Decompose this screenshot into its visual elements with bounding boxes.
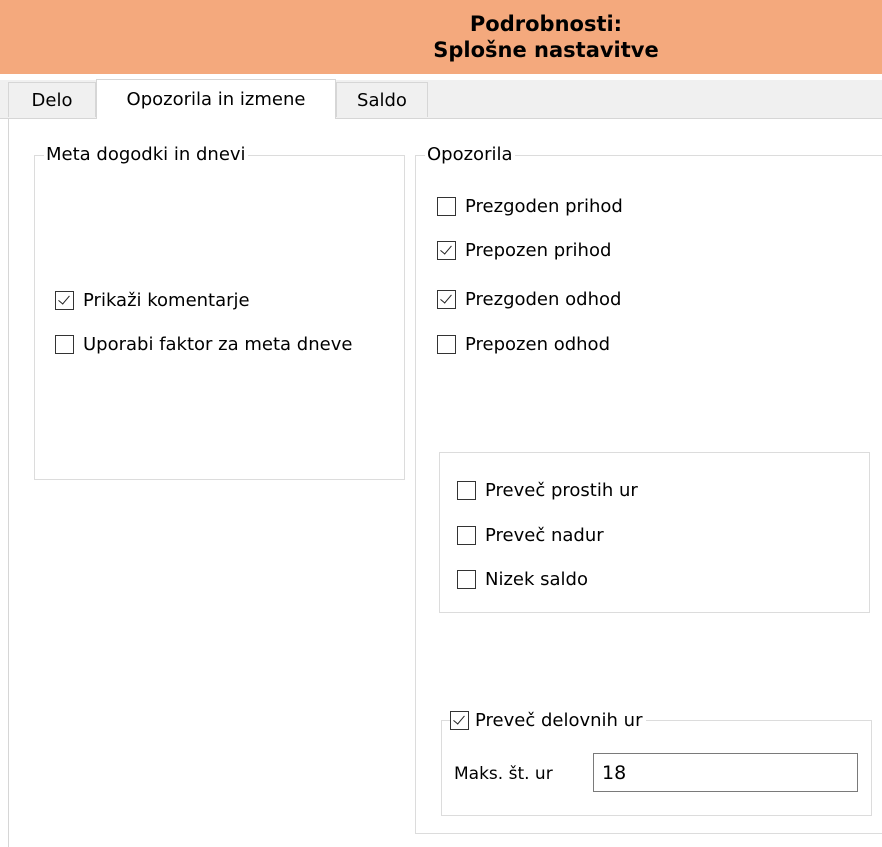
low-balance-label: Nizek saldo xyxy=(485,568,588,590)
show-comments-checkbox-row[interactable]: Prikaži komentarje xyxy=(55,287,250,313)
use-factor-checkbox-row[interactable]: Uporabi faktor za meta dneve xyxy=(55,331,352,357)
late-arrival-checkbox-row[interactable]: Prepozen prihod xyxy=(437,237,611,263)
late-arrival-label: Prepozen prihod xyxy=(465,239,612,261)
warnings-group-title: Opozorila xyxy=(425,143,515,167)
use-factor-label: Uporabi faktor za meta dneve xyxy=(83,333,353,355)
early-arrival-label: Prezgoden prihod xyxy=(465,195,623,217)
max-hours-label: Maks. št. ur xyxy=(454,764,553,784)
page-header: Podrobnosti: Splošne nastavitve xyxy=(0,0,882,74)
early-departure-label: Prezgoden odhod xyxy=(465,288,622,310)
low-balance-checkbox-row[interactable]: Nizek saldo xyxy=(457,566,588,592)
tab-content: Meta dogodki in dnevi Prikaži komentarje… xyxy=(8,119,882,847)
max-hours-input[interactable]: 18 xyxy=(593,753,858,792)
tab-label: Saldo xyxy=(357,89,407,111)
early-arrival-checkbox-row[interactable]: Prezgoden prihod xyxy=(437,193,623,219)
early-departure-checkbox[interactable] xyxy=(437,289,456,309)
too-many-work-hours-checkbox-row[interactable]: Preveč delovnih ur xyxy=(450,707,647,733)
early-departure-checkbox-row[interactable]: Prezgoden odhod xyxy=(437,286,621,312)
tab-saldo[interactable]: Saldo xyxy=(336,82,428,117)
work-hours-group: Preveč delovnih ur Maks. št. ur 18 xyxy=(441,707,872,816)
late-departure-label: Prepozen odhod xyxy=(465,333,610,355)
tab-bar: Delo Opozorila in izmene Saldo xyxy=(0,79,882,119)
too-many-free-hours-checkbox[interactable] xyxy=(457,480,476,500)
meta-group: Meta dogodki in dnevi Prikaži komentarje… xyxy=(34,143,405,480)
late-arrival-checkbox[interactable] xyxy=(437,240,456,260)
too-much-overtime-checkbox[interactable] xyxy=(457,525,476,545)
header-title-line2: Splošne nastavitve xyxy=(433,38,659,62)
tab-label: Delo xyxy=(31,89,73,111)
use-factor-checkbox[interactable] xyxy=(55,334,74,354)
too-many-work-hours-label: Preveč delovnih ur xyxy=(475,709,643,731)
too-much-overtime-checkbox-row[interactable]: Preveč nadur xyxy=(457,522,604,548)
late-departure-checkbox-row[interactable]: Prepozen odhod xyxy=(437,331,610,357)
show-comments-checkbox[interactable] xyxy=(55,290,74,310)
show-comments-label: Prikaži komentarje xyxy=(83,289,250,311)
warnings-group: Opozorila Prezgoden prihod Prepozen prih… xyxy=(415,143,882,834)
tab-opozorila-in-izmene[interactable]: Opozorila in izmene xyxy=(96,79,336,119)
early-arrival-checkbox[interactable] xyxy=(437,196,456,216)
too-many-free-hours-label: Preveč prostih ur xyxy=(485,479,638,501)
tab-label: Opozorila in izmene xyxy=(126,89,306,110)
max-hours-value: 18 xyxy=(602,761,627,784)
too-many-work-hours-checkbox[interactable] xyxy=(450,710,469,730)
meta-group-title: Meta dogodki in dnevi xyxy=(44,143,248,167)
tab-delo[interactable]: Delo xyxy=(8,82,96,117)
low-balance-checkbox[interactable] xyxy=(457,569,476,589)
too-many-free-hours-checkbox-row[interactable]: Preveč prostih ur xyxy=(457,477,638,503)
too-much-overtime-label: Preveč nadur xyxy=(485,524,604,546)
hours-warnings-box: Preveč prostih ur Preveč nadur Nizek sal… xyxy=(439,452,870,613)
header-title-line1: Podrobnosti: xyxy=(469,12,623,36)
late-departure-checkbox[interactable] xyxy=(437,334,456,354)
